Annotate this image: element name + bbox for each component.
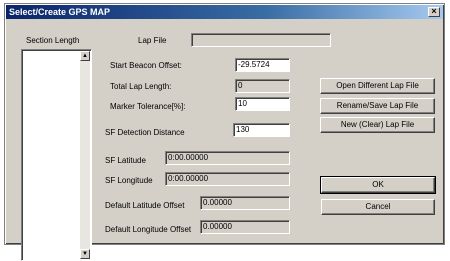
- scroll-down-icon[interactable]: ▼: [80, 249, 90, 259]
- section-length-label: Section Length: [26, 36, 80, 45]
- sf-longitude-label: SF Longitude: [105, 176, 153, 185]
- lap-file-field: [191, 33, 331, 47]
- title-bar: Select/Create GPS MAP ×: [6, 5, 443, 19]
- default-longitude-offset-field: 0.00000: [200, 220, 290, 234]
- total-lap-length-label: Total Lap Length:: [110, 82, 172, 91]
- sf-detection-distance-input[interactable]: 130: [233, 123, 290, 137]
- marker-tolerance-label: Marker Tolerance[%]:: [110, 102, 186, 111]
- total-lap-length-field: 0: [235, 79, 290, 93]
- sf-latitude-field: 0:00.00000: [165, 151, 290, 165]
- lap-file-label: Lap File: [138, 36, 167, 45]
- default-latitude-offset-label: Default Latitude Offset: [105, 201, 185, 210]
- default-longitude-offset-label: Default Longitude Offset: [105, 225, 192, 234]
- open-different-lap-file-button[interactable]: Open Different Lap File: [320, 78, 435, 94]
- close-icon[interactable]: ×: [428, 7, 440, 17]
- marker-tolerance-input[interactable]: 10: [235, 97, 290, 111]
- start-beacon-offset-input[interactable]: -29.5724: [235, 58, 290, 72]
- start-beacon-offset-label: Start Beacon Offset:: [110, 61, 182, 70]
- cancel-button[interactable]: Cancel: [321, 199, 435, 215]
- new-clear-lap-file-button[interactable]: New (Clear) Lap File: [320, 117, 435, 133]
- ok-button[interactable]: OK: [320, 176, 436, 194]
- sf-detection-distance-label: SF Detection Distance: [105, 128, 185, 137]
- rename-save-lap-file-button[interactable]: Rename/Save Lap File: [320, 98, 435, 114]
- sf-latitude-label: SF Latitude: [105, 156, 146, 165]
- default-latitude-offset-field: 0.00000: [200, 196, 290, 210]
- section-length-list[interactable]: ▲ ▼: [21, 49, 92, 261]
- list-scrollbar[interactable]: ▲ ▼: [80, 51, 90, 259]
- window-title: Select/Create GPS MAP: [9, 7, 111, 17]
- scroll-up-icon[interactable]: ▲: [80, 51, 90, 61]
- sf-longitude-field: 0:00.00000: [165, 172, 290, 186]
